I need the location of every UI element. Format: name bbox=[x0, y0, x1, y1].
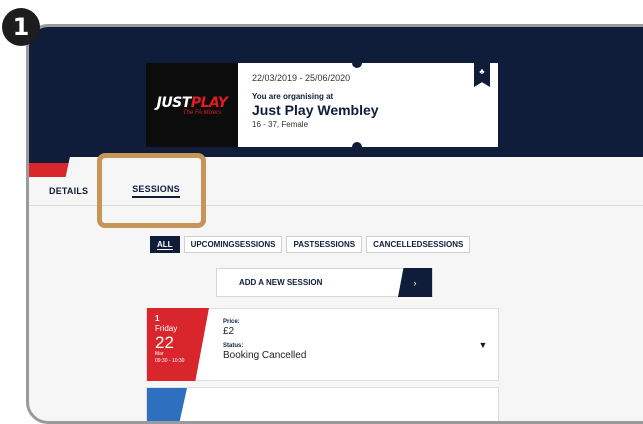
session-filter-bar: ALL UPCOMINGSESSIONS PASTSESSIONS CANCEL… bbox=[150, 236, 471, 253]
ticket-notch-top bbox=[352, 58, 362, 68]
add-session-label: ADD A NEW SESSION bbox=[239, 278, 323, 287]
session-info: Price: £2 Status: Booking Cancelled bbox=[209, 309, 468, 380]
session-number: 1 bbox=[155, 314, 160, 323]
organising-label: You are organising at bbox=[252, 92, 334, 101]
chevron-right-icon: › bbox=[398, 268, 432, 297]
venue-card[interactable]: JUSTPLAY The FA Mixers 22/03/2019 - 25/0… bbox=[146, 58, 498, 152]
step-number-badge: 1 bbox=[2, 8, 40, 46]
session-month: Mar bbox=[155, 351, 164, 357]
session-card[interactable]: 1 Friday 22 Mar 09:30 - 10:30 Price: £2 … bbox=[146, 308, 499, 381]
session-time: 09:30 - 10:30 bbox=[155, 358, 185, 364]
highlight-callout bbox=[97, 153, 206, 228]
venue-name: Just Play Wembley bbox=[252, 102, 379, 118]
filter-cancelled-sessions[interactable]: CANCELLEDSESSIONS bbox=[366, 236, 471, 253]
chevron-down-icon[interactable]: ▼ bbox=[468, 309, 498, 380]
session-card[interactable] bbox=[146, 387, 499, 421]
venue-logo: JUSTPLAY The FA Mixers bbox=[146, 63, 238, 147]
filter-all[interactable]: ALL bbox=[150, 236, 180, 253]
status-label: Status: bbox=[223, 343, 244, 349]
session-date-block bbox=[147, 388, 187, 421]
session-date: 22 bbox=[155, 333, 174, 352]
ticket-notch-bottom bbox=[352, 142, 362, 152]
session-day: Friday bbox=[155, 324, 178, 333]
venue-age-gender: 16 - 37, Female bbox=[252, 120, 309, 129]
bookmark-icon[interactable]: ♣ bbox=[474, 63, 490, 87]
filter-upcoming-sessions[interactable]: UPCOMINGSESSIONS bbox=[183, 236, 283, 253]
logo-tagline: The FA Mixers bbox=[182, 109, 222, 116]
filter-past-sessions[interactable]: PASTSESSIONS bbox=[286, 236, 363, 253]
logo-wordmark: JUSTPLAY bbox=[156, 94, 228, 111]
price-label: Price: bbox=[223, 319, 240, 325]
add-session-button[interactable]: ADD A NEW SESSION › bbox=[216, 268, 433, 297]
venue-dates: 22/03/2019 - 25/06/2020 bbox=[252, 73, 351, 83]
status-value: Booking Cancelled bbox=[223, 350, 307, 361]
price-value: £2 bbox=[223, 326, 235, 337]
session-date-block: 1 Friday 22 Mar 09:30 - 10:30 bbox=[147, 308, 209, 381]
venue-info: 22/03/2019 - 25/06/2020 You are organisi… bbox=[238, 63, 498, 147]
